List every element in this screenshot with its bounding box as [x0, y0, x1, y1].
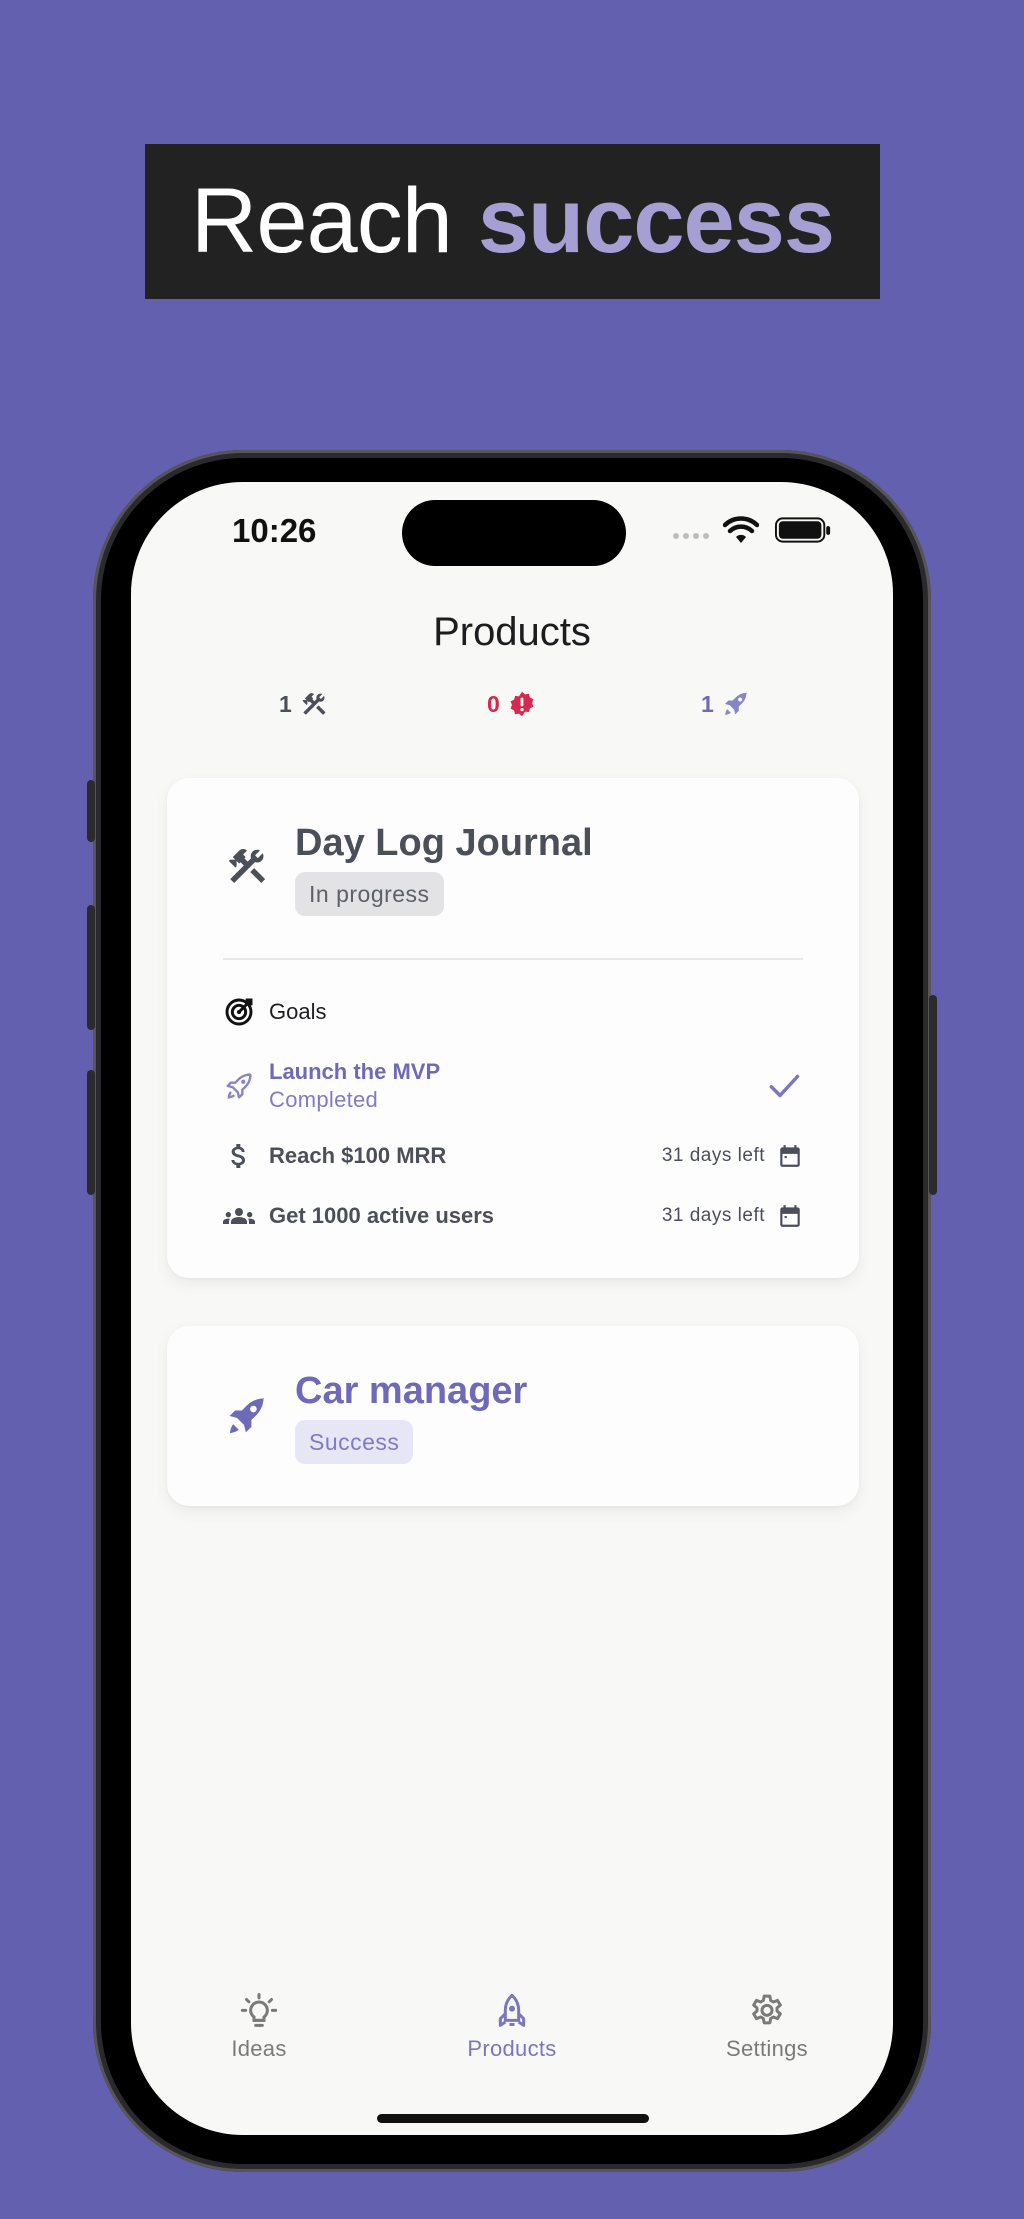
- status-badge: In progress: [295, 872, 444, 916]
- home-indicator[interactable]: [377, 2114, 649, 2123]
- hammer-wrench-icon: [302, 693, 326, 715]
- page-title: Products: [433, 610, 591, 654]
- tab-label: Settings: [726, 2036, 808, 2061]
- users-icon: [223, 1208, 255, 1224]
- failed-counter[interactable]: 0: [487, 690, 536, 718]
- product-name: Day Log Journal: [295, 822, 593, 864]
- app-screen: 10:26 Products 1 0 1 Day Log Journal In …: [131, 482, 893, 2135]
- gear-icon: [752, 1994, 782, 2025]
- deadline-text: 31 days left: [661, 1145, 765, 1166]
- phone-side-button: [929, 995, 937, 1195]
- phone-side-button: [87, 780, 95, 842]
- goal-row[interactable]: Get 1000 active users 31 days left: [223, 1200, 803, 1232]
- dynamic-island: [402, 500, 626, 566]
- phone-side-button: [87, 1070, 95, 1195]
- product-card[interactable]: Car manager Success: [167, 1326, 859, 1506]
- headline-accent: success: [477, 170, 835, 272]
- battery-icon: [775, 517, 831, 543]
- rocket-icon: [226, 1073, 252, 1099]
- cellular-signal-icon: [673, 533, 709, 539]
- failed-count: 0: [487, 690, 500, 717]
- goal-row[interactable]: Launch the MVP Completed: [223, 1056, 803, 1116]
- product-card[interactable]: Day Log Journal In progress Goals Launch…: [167, 778, 859, 1278]
- lightbulb-icon: [240, 1993, 278, 2027]
- dollar-icon: [231, 1144, 245, 1168]
- goals-header: Goals: [223, 996, 803, 1028]
- target-icon: [225, 998, 253, 1026]
- tab-label: Ideas: [231, 2036, 287, 2061]
- goal-title: Launch the MVP: [269, 1059, 441, 1084]
- checkmark-icon: [769, 1074, 800, 1098]
- deadline-text: 31 days left: [661, 1205, 765, 1226]
- status-icons: [671, 514, 841, 550]
- tab-products[interactable]: Products: [432, 1992, 592, 2062]
- product-name: Car manager: [295, 1370, 528, 1412]
- tab-label: Products: [467, 2036, 557, 2061]
- headline-lead: Reach: [190, 170, 453, 272]
- status-badge: Success: [295, 1420, 414, 1464]
- in-progress-count: 1: [279, 690, 292, 717]
- tab-ideas[interactable]: Ideas: [179, 1992, 339, 2062]
- goal-deadline: 31 days left: [662, 1143, 803, 1169]
- goal-row[interactable]: Reach $100 MRR 31 days left: [223, 1140, 803, 1172]
- goal-title: Reach $100 MRR: [269, 1143, 447, 1168]
- tab-settings[interactable]: Settings: [687, 1992, 847, 2062]
- hammer-wrench-icon: [228, 848, 266, 884]
- goals-label: Goals: [269, 999, 327, 1024]
- success-count: 1: [701, 690, 714, 717]
- success-counter[interactable]: 1: [701, 690, 750, 718]
- calendar-icon: [780, 1205, 800, 1227]
- product-counters: 1 0 1: [131, 690, 893, 730]
- goal-title: Get 1000 active users: [269, 1203, 495, 1228]
- goal-deadline: 31 days left: [662, 1203, 803, 1229]
- rocket-icon: [229, 1397, 265, 1434]
- status-time: 10:26: [232, 512, 317, 549]
- rocket-icon: [724, 692, 747, 715]
- calendar-icon: [780, 1145, 800, 1167]
- card-divider: [223, 958, 803, 960]
- in-progress-counter[interactable]: 1: [279, 690, 328, 718]
- wifi-icon: [723, 516, 759, 543]
- rocket-icon: [498, 1993, 526, 2027]
- tab-bar: Ideas Products Settings: [131, 1992, 893, 2072]
- phone-side-button: [87, 905, 95, 1030]
- headline-banner: Reach success: [145, 144, 880, 299]
- goal-subtitle: Completed: [269, 1087, 379, 1112]
- alert-badge-icon: [510, 691, 534, 717]
